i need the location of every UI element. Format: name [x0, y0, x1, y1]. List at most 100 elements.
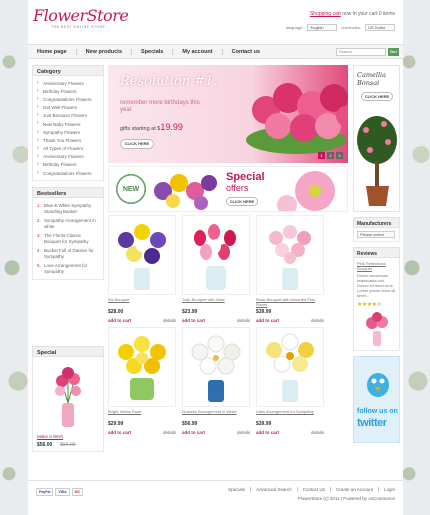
- product-image[interactable]: [256, 327, 324, 407]
- copyright: FlowerStore (c) 2011 | Powered by osComm…: [297, 496, 395, 501]
- category-item[interactable]: Birthday Flowers: [37, 87, 99, 95]
- special-offers-banner[interactable]: NEW Special offers CLICK HERE: [108, 166, 348, 212]
- footer-link-advanced-search[interactable]: Advanced Search: [251, 487, 298, 492]
- nav-new-products[interactable]: New products: [77, 48, 133, 55]
- product-image[interactable]: [182, 327, 250, 407]
- nav-contact-us[interactable]: Contact us: [223, 49, 269, 55]
- product-name[interactable]: Bright Yellow Rose: [108, 409, 176, 419]
- nav-home[interactable]: Home page: [28, 48, 77, 55]
- hero-banner[interactable]: Resolution #1: remember more birthdays t…: [108, 65, 348, 163]
- twitter-follow-banner[interactable]: follow us on twitter: [353, 356, 400, 443]
- search-input[interactable]: Search: [336, 48, 386, 56]
- category-item[interactable]: Get Well Flowers: [37, 104, 99, 112]
- banner-page-3[interactable]: 3: [336, 152, 343, 159]
- product-actions: add to cart details: [108, 430, 176, 435]
- review-product-image[interactable]: [357, 311, 396, 347]
- manufacturers-select[interactable]: Please select: [357, 231, 395, 238]
- category-item[interactable]: Thank You Flowers: [37, 136, 99, 144]
- details-link[interactable]: details: [311, 318, 324, 323]
- bestseller-item[interactable]: 3. The Florist Classic Bouquet for Sympat…: [37, 231, 99, 246]
- roses-bouquet-icon: [246, 83, 348, 154]
- category-item[interactable]: Birthday Flowers: [37, 161, 99, 169]
- banner-pager: 1 2 3: [318, 152, 343, 159]
- banner-page-1[interactable]: 1: [318, 152, 325, 159]
- footer-link-login[interactable]: Login: [379, 487, 395, 492]
- special-offers-subtitle: offers: [226, 183, 249, 193]
- details-link[interactable]: details: [311, 430, 324, 435]
- nav-specials[interactable]: Specials: [132, 48, 174, 55]
- details-link[interactable]: details: [237, 430, 250, 435]
- currency-select[interactable]: US Dollar: [365, 24, 395, 31]
- details-link[interactable]: details: [163, 318, 176, 323]
- product-name[interactable]: Rose Bouquet with Assorted Pink Roses: [256, 297, 324, 307]
- special-product-name[interactable]: Make a Wish: [37, 434, 99, 439]
- bonsai-title: Camellia Bonsai: [357, 71, 386, 87]
- review-product-name[interactable]: Pink Reflections Bouquet: [357, 261, 396, 271]
- product-price: $39.99: [256, 309, 272, 315]
- category-item[interactable]: Anniversary Flowers: [37, 153, 99, 161]
- reviews-heading: Reviews: [353, 247, 400, 258]
- product-grid: Iris Bouquet $28.00 add to cart details: [108, 215, 350, 439]
- add-to-cart-link[interactable]: add to cart: [182, 430, 205, 435]
- bonsai-tree-icon: [357, 116, 397, 206]
- special-product-image[interactable]: [37, 360, 99, 432]
- details-link[interactable]: details: [163, 430, 176, 435]
- shopping-cart-link[interactable]: Shopping cart: [310, 11, 341, 17]
- add-to-cart-link[interactable]: add to cart: [182, 318, 205, 323]
- bestseller-rank: 3.: [37, 233, 41, 239]
- footer-link-contact-us[interactable]: Contact Us: [298, 487, 331, 492]
- product-actions: add to cart details: [108, 318, 176, 323]
- product-name[interactable]: Lilies Arrangement for Sympathy: [256, 409, 324, 419]
- bonsai-banner[interactable]: Camellia Bonsai CLICK HERE: [353, 65, 400, 212]
- product-price: $56.99: [182, 421, 198, 427]
- category-item[interactable]: Sympathy Flowers: [37, 128, 99, 136]
- add-to-cart-link[interactable]: add to cart: [256, 430, 279, 435]
- product-image[interactable]: [108, 215, 176, 295]
- product-name[interactable]: Iris Bouquet: [108, 297, 176, 307]
- search-go-button[interactable]: Go!: [388, 48, 399, 56]
- category-item[interactable]: Just Because Flowers: [37, 112, 99, 120]
- footer-link-create-account[interactable]: Create an Account: [331, 487, 379, 492]
- category-item[interactable]: Anniversary Flowers: [37, 79, 99, 87]
- bestseller-item[interactable]: 5. Love Arrangement for Sympathy: [37, 261, 99, 276]
- banner-click-here-button[interactable]: CLICK HERE: [120, 139, 154, 149]
- logo-text: FlowerStore: [33, 6, 129, 25]
- category-item[interactable]: Congratulations Flowers: [37, 169, 99, 177]
- yellow-rose-icon: [118, 336, 166, 400]
- logo-tagline: THE BEST ONLINE STORE: [51, 25, 106, 29]
- bestseller-item[interactable]: 1. Blue & White Sympathy Standing Basket: [37, 201, 99, 216]
- product-row: Bright Yellow Rose $29.99 add to cart de…: [108, 327, 350, 435]
- bestseller-text: Blue & White Sympathy Standing Basket: [44, 203, 92, 214]
- product-name[interactable]: Graceful Arrangement in White: [182, 409, 250, 419]
- add-to-cart-link[interactable]: add to cart: [108, 430, 131, 435]
- special-click-here-button[interactable]: CLICK HERE: [226, 197, 258, 206]
- details-link[interactable]: details: [237, 318, 250, 323]
- add-to-cart-link[interactable]: add to cart: [256, 318, 279, 323]
- category-item[interactable]: Congratulations Flowers: [37, 95, 99, 103]
- nav-my-account[interactable]: My account: [173, 48, 223, 55]
- banner-page-2[interactable]: 2: [327, 152, 334, 159]
- bonsai-click-here-button[interactable]: CLICK HERE: [361, 92, 393, 101]
- language-select[interactable]: English: [307, 24, 338, 31]
- add-to-cart-link[interactable]: add to cart: [108, 318, 131, 323]
- category-item[interactable]: All Types of Flowers: [37, 145, 99, 153]
- lily-arrangement-icon: [266, 333, 314, 402]
- footer-link-specials[interactable]: Specials: [223, 487, 252, 492]
- product-image[interactable]: [182, 215, 250, 295]
- product-name[interactable]: Tulip Bouquet with Vase: [182, 297, 250, 307]
- new-badge: NEW: [114, 172, 148, 206]
- left-column: Category Anniversary Flowers Birthday Fl…: [32, 65, 104, 281]
- product-card: Iris Bouquet $28.00 add to cart details: [108, 215, 176, 323]
- manufacturers-heading: Manufacturers: [353, 217, 400, 228]
- special-new-price: $56.00: [37, 442, 53, 448]
- product-image[interactable]: [108, 327, 176, 407]
- category-item[interactable]: New Baby Flowers: [37, 120, 99, 128]
- product-card: Tulip Bouquet with Vase $23.99 add to ca…: [182, 215, 250, 323]
- bestseller-item[interactable]: 4. Bucket Full of Daisies for Sympathy: [37, 246, 99, 261]
- logo[interactable]: FlowerStore THE BEST ONLINE STORE: [33, 6, 129, 29]
- reviews-body: Pink Reflections Bouquet Donec accumsan …: [353, 258, 400, 351]
- product-image[interactable]: [256, 215, 324, 295]
- bestseller-item[interactable]: 2. Sympathy Arrangement in white: [37, 216, 99, 231]
- bestseller-rank: 5.: [37, 263, 41, 269]
- mixed-flowers-icon: [154, 174, 217, 210]
